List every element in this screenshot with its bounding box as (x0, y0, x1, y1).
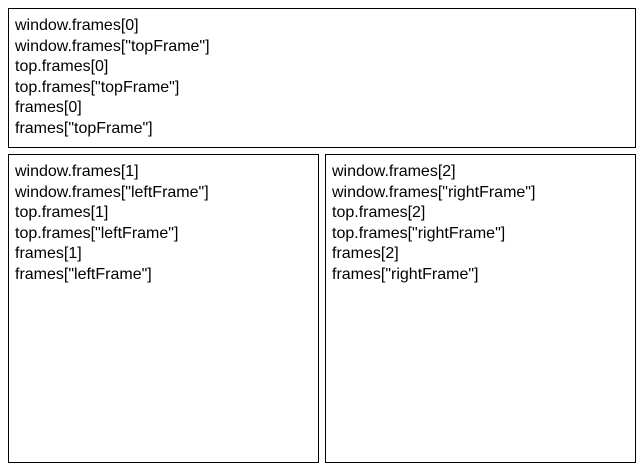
top-frame-reference-line: top.frames[0] (15, 58, 109, 76)
left-frame-reference-line: window.frames["leftFrame"] (15, 183, 209, 201)
top-frame-reference-line: frames[0] (15, 99, 82, 117)
right-frame-reference-line: top.frames[2] (332, 204, 426, 222)
right-frame-panel: window.frames[2] window.frames["rightFra… (325, 154, 636, 463)
left-frame-reference-list: window.frames[1] window.frames["leftFram… (15, 162, 312, 286)
left-frame-reference-line: window.frames[1] (15, 163, 139, 180)
right-frame-reference-line: window.frames["rightFrame"] (332, 183, 536, 201)
right-frame-reference-line: frames[2] (332, 245, 399, 263)
left-frame-panel: window.frames[1] window.frames["leftFram… (8, 154, 319, 463)
right-frame-reference-line: top.frames["rightFrame"] (332, 224, 506, 242)
top-frame-reference-line: window.frames["topFrame"] (15, 37, 210, 55)
top-frame-panel: window.frames[0] window.frames["topFrame… (8, 8, 636, 148)
right-frame-reference-line: frames["rightFrame"] (332, 265, 479, 283)
top-frame-reference-line: top.frames["topFrame"] (15, 78, 180, 96)
left-frame-reference-line: top.frames[1] (15, 204, 109, 222)
right-frame-reference-list: window.frames[2] window.frames["rightFra… (332, 162, 629, 286)
left-frame-reference-line: top.frames["leftFrame"] (15, 224, 179, 242)
top-frame-reference-list: window.frames[0] window.frames["topFrame… (15, 16, 629, 140)
left-frame-reference-line: frames["leftFrame"] (15, 265, 152, 283)
left-frame-reference-line: frames[1] (15, 245, 82, 263)
top-frame-reference-line: frames["topFrame"] (15, 119, 153, 137)
top-frame-reference-line: window.frames[0] (15, 17, 139, 34)
right-frame-reference-line: window.frames[2] (332, 163, 456, 180)
